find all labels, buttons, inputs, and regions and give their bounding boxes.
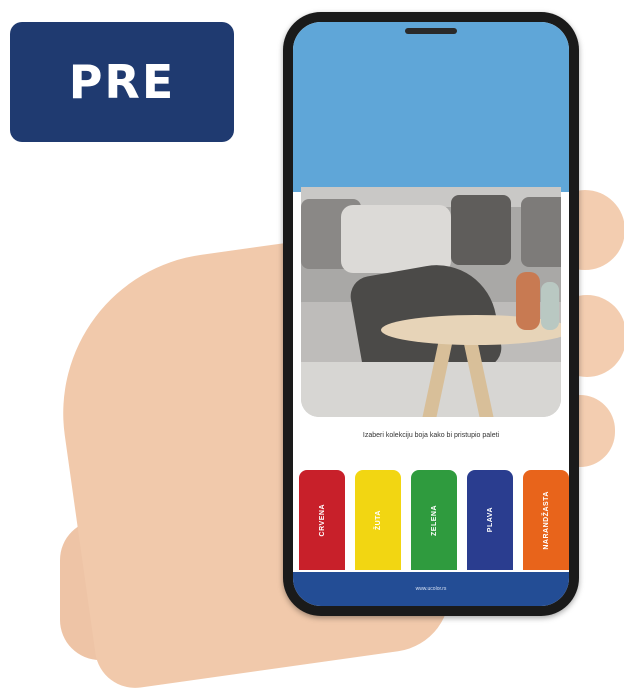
footer-bar: www.ucolor.rs — [293, 572, 569, 606]
swatch-plava[interactable]: PLAVA — [467, 470, 513, 570]
swatch-crvena[interactable]: CRVENA — [299, 470, 345, 570]
phone-notch — [405, 28, 457, 34]
vase — [541, 282, 559, 330]
swatch-label: NARANDŽASTA — [542, 490, 550, 550]
swatch-label: PLAVA — [486, 507, 494, 533]
color-collection-list: CRVENA ŽUTA ZELENA PLAVA NARANDŽASTA — [299, 470, 569, 570]
collection-prompt: Izaberi kolekciju boja kako bi pristupio… — [362, 432, 500, 439]
swatch-label: ŽUTA — [374, 509, 382, 531]
cushion — [341, 205, 451, 273]
swatch-label: ZELENA — [430, 504, 438, 536]
room-wall — [293, 22, 569, 192]
swatch-narandzasta[interactable]: NARANDŽASTA — [523, 470, 569, 570]
phone-screen: Izaberi kolekciju boja kako bi pristupio… — [293, 22, 569, 606]
room-photo — [301, 187, 561, 417]
vase — [516, 272, 540, 330]
swatch-label: CRVENA — [318, 503, 326, 537]
cushion — [521, 197, 561, 267]
pre-badge: PRE — [10, 22, 234, 142]
swatch-zelena[interactable]: ZELENA — [411, 470, 457, 570]
smartphone: Izaberi kolekciju boja kako bi pristupio… — [283, 12, 579, 616]
cushion — [451, 195, 511, 265]
footer-url[interactable]: www.ucolor.rs — [416, 586, 447, 592]
swatch-zuta[interactable]: ŽUTA — [355, 470, 401, 570]
